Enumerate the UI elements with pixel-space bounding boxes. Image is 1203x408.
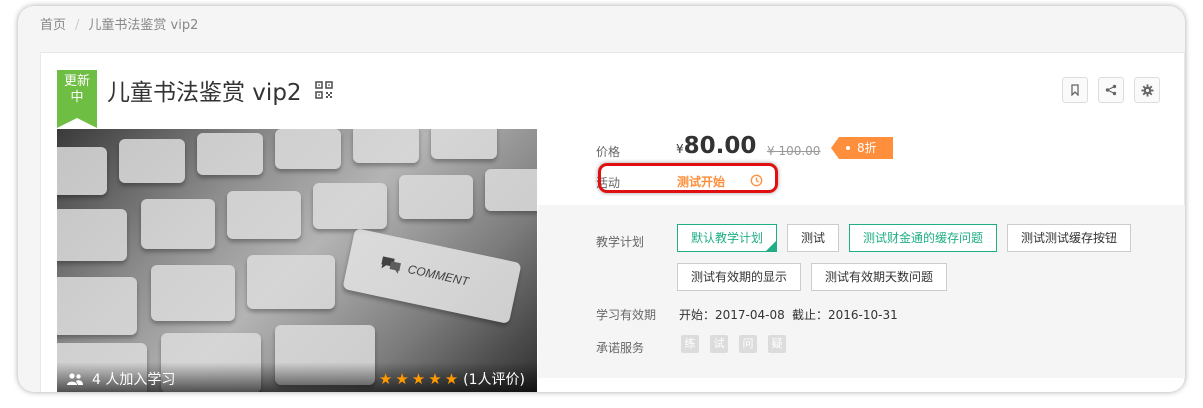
cover-key xyxy=(227,191,301,239)
price-section: 价格 ¥80.00 ¥ 100.00 8折 活动 测试开始 xyxy=(538,129,1185,205)
status-badge-line2: 中 xyxy=(70,90,84,105)
status-badge-line1: 更新 xyxy=(63,74,90,89)
plan-option-cache-button[interactable]: 测试测试缓存按钮 xyxy=(1007,224,1132,252)
page-title: 儿童书法鉴赏 vip2 xyxy=(107,80,302,106)
plan-option-cache[interactable]: 测试财金通的缓存问题 xyxy=(849,224,998,252)
bookmark-button[interactable] xyxy=(1062,77,1088,103)
annotation-highlight xyxy=(598,163,778,193)
breadcrumb-separator: / xyxy=(75,18,80,33)
course-info-panel: 价格 ¥80.00 ¥ 100.00 8折 活动 测试开始 教学计划 默认教学计… xyxy=(538,129,1185,392)
validity-end: 截止：2016-10-31 xyxy=(792,308,898,322)
breadcrumb-current: 儿童书法鉴赏 vip2 xyxy=(88,18,199,33)
cover-key xyxy=(57,209,127,261)
detail-section: 教学计划 默认教学计划 测试 测试财金通的缓存问题 测试测试缓存按钮 测试有效期… xyxy=(538,205,1185,378)
plan-option-label: 默认教学计划 xyxy=(691,231,764,245)
cover-key xyxy=(119,139,185,183)
star-icon: ★ xyxy=(395,370,409,388)
qrcode-icon[interactable] xyxy=(315,81,333,99)
cover-key xyxy=(151,265,235,321)
course-card: 更新 中 儿童书法鉴赏 vip2 COMMENT 4 人加入学习 ★ ★ ★ ★… xyxy=(40,52,1185,392)
plan-option-label: 测试测试缓存按钮 xyxy=(1021,231,1118,245)
settings-button[interactable] xyxy=(1134,77,1160,103)
share-icon xyxy=(1105,84,1117,96)
plan-option-default[interactable]: 默认教学计划 xyxy=(677,224,778,252)
cover-key xyxy=(197,133,263,175)
breadcrumb-home[interactable]: 首页 xyxy=(40,18,66,33)
discount-tag: 8折 xyxy=(831,137,893,159)
price-label: 价格 xyxy=(596,145,621,159)
course-cover-image[interactable]: COMMENT 4 人加入学习 ★ ★ ★ ★ ★ (1人评价) xyxy=(57,129,537,392)
cover-key xyxy=(57,277,137,335)
bookmark-icon xyxy=(1071,84,1079,96)
comment-bubble-icon xyxy=(381,256,401,274)
rating-count[interactable]: (1人评价) xyxy=(463,369,525,389)
learners-count: 4 人加入学习 xyxy=(67,369,175,389)
cover-key xyxy=(247,255,335,309)
cover-key xyxy=(57,147,107,195)
services-label: 承诺服务 xyxy=(596,341,645,355)
currency-symbol: ¥ xyxy=(676,142,684,156)
breadcrumb: 首页 / 儿童书法鉴赏 vip2 xyxy=(40,14,198,33)
service-badge-exam: 试 xyxy=(710,335,728,353)
plan-option-label: 测试财金通的缓存问题 xyxy=(863,231,984,245)
star-icon: ★ xyxy=(428,370,442,388)
cover-key xyxy=(485,169,537,211)
price-value: 80.00 xyxy=(683,133,757,159)
validity-label: 学习有效期 xyxy=(596,308,657,322)
cover-key xyxy=(431,129,497,159)
cover-comment-text: COMMENT xyxy=(406,261,471,289)
plan-option-validity-display[interactable]: 测试有效期的显示 xyxy=(677,263,802,291)
plan-option-test[interactable]: 测试 xyxy=(787,224,840,252)
current-price: ¥80.00 xyxy=(676,133,756,159)
star-icon: ★ xyxy=(378,370,393,388)
plan-option-label: 测试 xyxy=(801,231,826,245)
validity-start: 开始：2017-04-08 xyxy=(679,308,785,322)
page-frame: 首页 / 儿童书法鉴赏 vip2 更新 中 儿童书法鉴赏 vip2 COMMEN… xyxy=(18,6,1185,392)
service-badge-answer: 疑 xyxy=(768,335,786,353)
cover-key xyxy=(353,129,419,163)
cover-key xyxy=(399,175,473,219)
plan-option-validity-days[interactable]: 测试有效期天数问题 xyxy=(811,263,948,291)
plans-label: 教学计划 xyxy=(596,235,645,249)
course-rating: ★ ★ ★ ★ ★ (1人评价) xyxy=(379,369,525,389)
cover-info-bar: 4 人加入学习 ★ ★ ★ ★ ★ (1人评价) xyxy=(57,362,537,392)
star-icon: ★ xyxy=(444,370,459,388)
star-icon: ★ xyxy=(411,370,426,388)
discount-text: 8折 xyxy=(857,141,877,155)
users-icon xyxy=(67,373,83,385)
gear-icon xyxy=(1140,83,1154,97)
plan-option-label: 测试有效期天数问题 xyxy=(825,270,934,284)
cover-key xyxy=(275,129,341,169)
cover-key: COMMENT xyxy=(342,228,522,324)
service-badge-question: 问 xyxy=(739,335,757,353)
cover-key xyxy=(141,199,215,249)
plan-option-label: 测试有效期的显示 xyxy=(691,270,788,284)
original-price: ¥ 100.00 xyxy=(767,144,821,158)
selected-corner-icon xyxy=(765,240,778,252)
tag-dot-icon xyxy=(846,146,850,150)
cover-key xyxy=(313,183,387,229)
share-button[interactable] xyxy=(1098,77,1124,103)
status-badge: 更新 中 xyxy=(57,70,97,128)
service-badge-practice: 练 xyxy=(681,335,699,353)
learners-text: 4 人加入学习 xyxy=(92,372,176,388)
